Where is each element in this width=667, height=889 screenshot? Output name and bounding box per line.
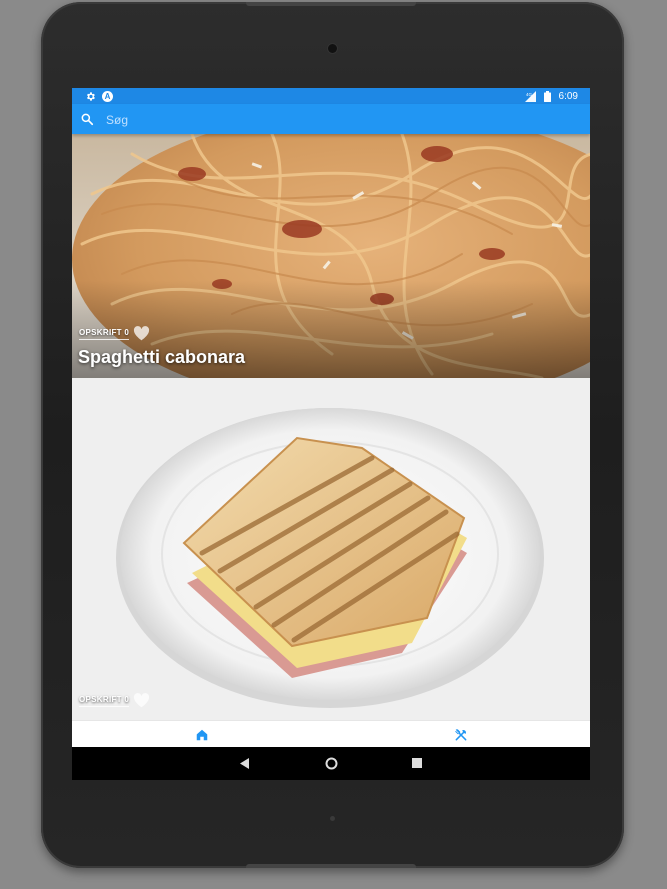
search-icon[interactable]: [80, 112, 94, 126]
settings-icon: [84, 90, 96, 102]
front-camera: [328, 44, 337, 53]
heart-icon[interactable]: [133, 693, 150, 708]
back-icon[interactable]: [238, 756, 252, 770]
svg-text:4G: 4G: [526, 92, 533, 97]
signal-icon: 4G: [524, 90, 537, 102]
recipe-category: OPSKRIFT 0: [79, 695, 130, 707]
nav-item-home[interactable]: [72, 721, 331, 748]
app-a-icon: A: [102, 90, 113, 102]
battery-icon: [542, 90, 554, 102]
bottom-navigation: [72, 720, 590, 748]
status-bar: A 4G 6:09: [72, 88, 590, 104]
recipe-card[interactable]: OPSKRIFT 0 Spaghetti cabonara: [72, 134, 590, 378]
device-screen: A 4G 6:09 Søg OPSKRIFT 0 Spaghetti cabon…: [72, 88, 590, 780]
recipe-meta: OPSKRIFT 0: [79, 326, 150, 341]
system-navigation-bar: [72, 747, 590, 780]
recipe-feed[interactable]: OPSKRIFT 0 Spaghetti cabonara OPSKRIFT 0: [72, 134, 590, 720]
toasted-sandwich-photo: [72, 378, 590, 720]
home-icon: [195, 728, 209, 742]
home-circle-icon[interactable]: [324, 756, 338, 770]
nav-item-recipes[interactable]: [331, 721, 590, 748]
status-time: 6:09: [558, 90, 578, 102]
recipe-title: Spaghetti cabonara: [78, 347, 246, 367]
app-bar: [72, 104, 590, 134]
heart-icon[interactable]: [133, 326, 150, 341]
recents-icon[interactable]: [410, 756, 424, 770]
tablet-bottom-edge: [246, 864, 416, 868]
bottom-sensor: [330, 816, 335, 821]
fork-knife-icon: [454, 728, 468, 742]
recipe-category: OPSKRIFT 0: [79, 328, 130, 340]
spaghetti-carbonara-photo: [72, 134, 590, 378]
recipe-meta: OPSKRIFT 0: [79, 693, 150, 708]
recipe-card[interactable]: OPSKRIFT 0: [72, 378, 590, 720]
search-input[interactable]: [104, 109, 578, 131]
tablet-top-edge: [246, 2, 416, 6]
